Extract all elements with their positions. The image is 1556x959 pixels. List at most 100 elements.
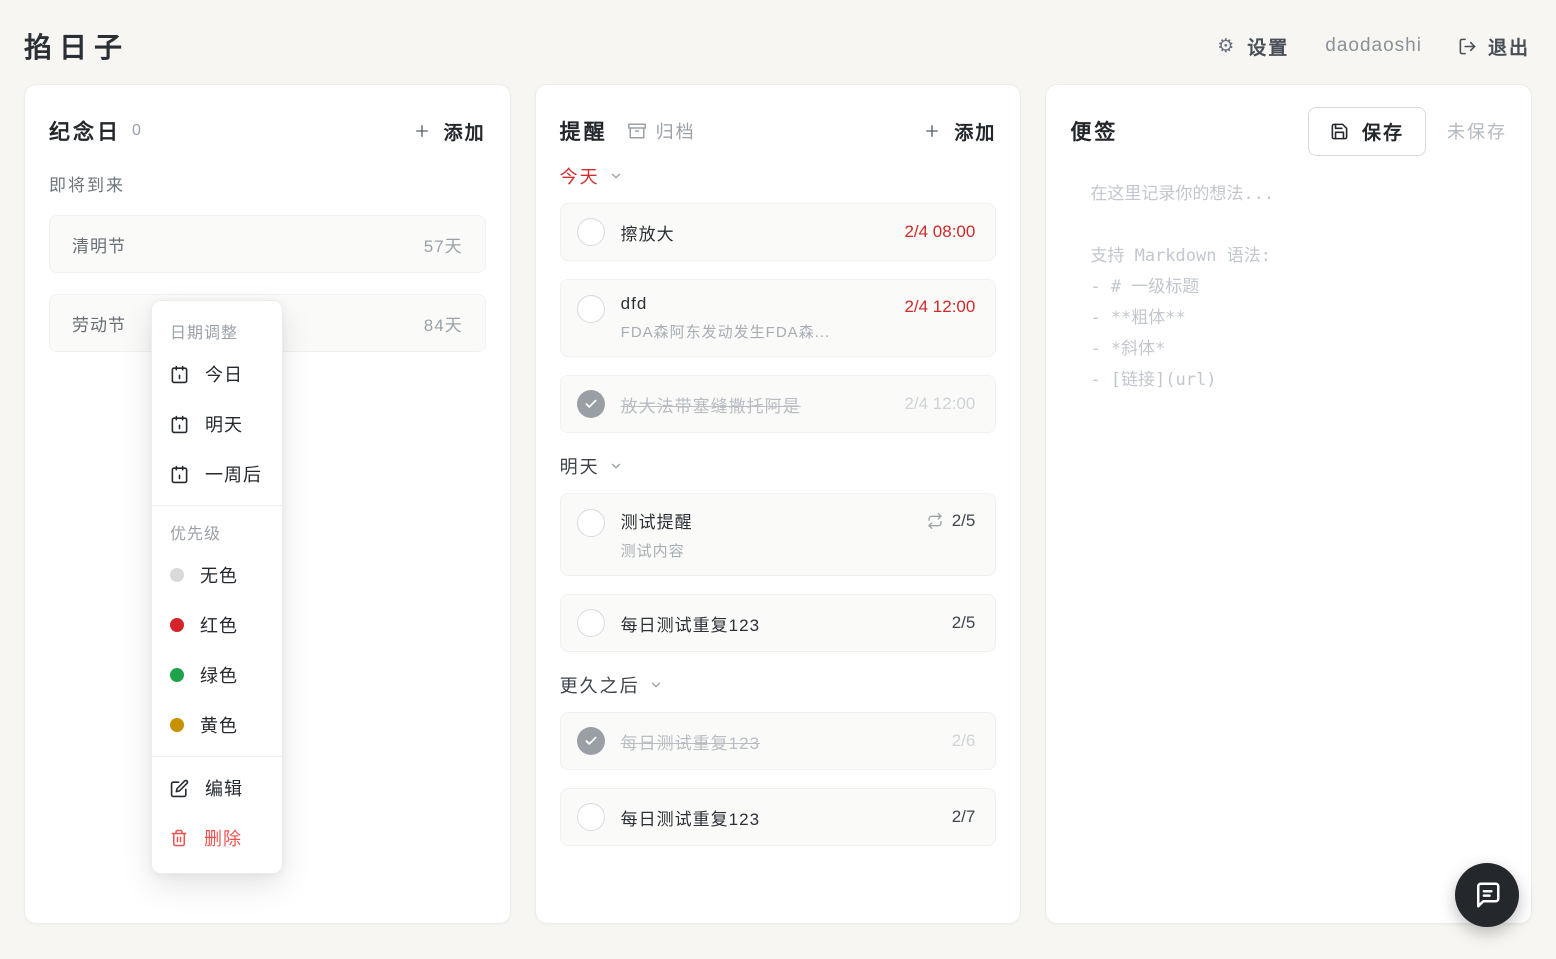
reminder-title: 每日测试重复123 bbox=[620, 615, 761, 635]
anniversary-title: 纪念日 bbox=[49, 121, 121, 144]
logout-label: 退出 bbox=[1487, 37, 1530, 59]
reminder-checkbox-checked[interactable] bbox=[576, 727, 605, 755]
notes-textarea[interactable] bbox=[1070, 163, 1508, 843]
date-adjust-label: 日期调整 bbox=[170, 325, 239, 342]
repeat-icon bbox=[927, 513, 943, 529]
upcoming-label: 即将到来 bbox=[49, 176, 125, 195]
anniversary-item-days: 84天 bbox=[423, 315, 463, 335]
reminders-card: 提醒 归档 添加 今天 擦放大 2/4 08:00 dfd FDA森阿东发动发生… bbox=[534, 84, 1022, 924]
reminder-checkbox[interactable] bbox=[576, 609, 605, 637]
topbar: 掐日子 ⚙ 设置 daodaoshi 退出 bbox=[0, 0, 1556, 84]
chevron-down-icon bbox=[649, 678, 663, 692]
group-label: 更久之后 bbox=[559, 676, 640, 696]
plus-icon bbox=[923, 122, 941, 140]
group-header-later[interactable]: 更久之后 bbox=[560, 672, 997, 698]
save-label: 保存 bbox=[1362, 122, 1405, 144]
reminder-item[interactable]: 每日测试重复123 2/5 bbox=[559, 594, 997, 652]
priority-label: 优先级 bbox=[170, 526, 222, 543]
priority-dot-gray bbox=[170, 568, 184, 582]
reminder-checkbox-checked[interactable] bbox=[576, 390, 605, 418]
menu-item-priority-yellow[interactable]: 黄色 bbox=[152, 700, 282, 750]
settings-button[interactable]: ⚙ 设置 bbox=[1217, 33, 1289, 60]
reminder-checkbox[interactable] bbox=[576, 295, 605, 323]
reminder-subtitle: 测试内容 bbox=[620, 543, 685, 560]
plus-icon bbox=[413, 122, 431, 140]
settings-label: 设置 bbox=[1247, 37, 1290, 59]
anniversary-count: 0 bbox=[132, 122, 141, 139]
logout-icon bbox=[1458, 37, 1477, 56]
menu-item-label: 黄色 bbox=[200, 716, 238, 736]
menu-item-label: 今日 bbox=[205, 365, 243, 385]
chevron-down-icon bbox=[609, 459, 623, 473]
reminder-checkbox[interactable] bbox=[576, 218, 605, 246]
add-reminder-button[interactable]: 添加 bbox=[923, 118, 996, 145]
menu-item-label: 红色 bbox=[200, 616, 238, 636]
menu-item-label: 明天 bbox=[205, 415, 243, 435]
anniversary-header: 纪念日 0 添加 bbox=[49, 109, 486, 153]
reminder-title: 擦放大 bbox=[620, 224, 675, 244]
calendar-icon bbox=[170, 415, 189, 434]
chat-fab-button[interactable] bbox=[1455, 863, 1519, 927]
gear-icon: ⚙ bbox=[1217, 35, 1237, 57]
logout-button[interactable]: 退出 bbox=[1458, 33, 1530, 60]
notes-title: 便签 bbox=[1070, 121, 1119, 144]
add-anniversary-button[interactable]: 添加 bbox=[413, 118, 486, 145]
anniversary-item-days: 57天 bbox=[423, 236, 463, 256]
notes-header: 便签 保存 未保存 bbox=[1070, 106, 1507, 156]
app-title: 掐日子 bbox=[24, 32, 130, 63]
group-header-today[interactable]: 今天 bbox=[560, 163, 997, 189]
reminder-time: 2/5 bbox=[951, 511, 976, 530]
save-button[interactable]: 保存 bbox=[1308, 106, 1427, 156]
reminder-time: 2/5 bbox=[951, 613, 976, 632]
anniversary-item-name: 劳动节 bbox=[72, 315, 126, 335]
reminder-item[interactable]: 测试提醒 测试内容 2/5 bbox=[559, 493, 997, 576]
group-label: 明天 bbox=[559, 457, 600, 477]
trash-icon bbox=[170, 829, 188, 847]
archive-label: 归档 bbox=[655, 122, 696, 142]
chat-bubble-icon bbox=[1472, 880, 1502, 910]
save-icon bbox=[1330, 122, 1349, 141]
group-label: 今天 bbox=[559, 167, 600, 187]
menu-item-label: 无色 bbox=[200, 566, 238, 586]
menu-item-tomorrow[interactable]: 明天 bbox=[152, 399, 282, 449]
menu-item-label: 一周后 bbox=[205, 465, 262, 485]
menu-item-priority-green[interactable]: 绿色 bbox=[152, 650, 282, 700]
menu-item-priority-none[interactable]: 无色 bbox=[152, 550, 282, 600]
reminder-item-completed[interactable]: 每日测试重复123 2/6 bbox=[559, 712, 997, 770]
reminder-title: dfd bbox=[620, 294, 648, 313]
calendar-icon bbox=[170, 365, 189, 384]
archive-icon bbox=[627, 122, 646, 140]
anniversary-context-menu: 日期调整 今日 明天 一周后 优先级 无色 红色 绿色 黄色 编辑 删除 bbox=[151, 300, 283, 874]
reminder-item[interactable]: 擦放大 2/4 08:00 bbox=[559, 203, 997, 261]
reminder-subtitle: FDA森阿东发动发生FDA森... bbox=[620, 324, 831, 341]
reminder-checkbox[interactable] bbox=[576, 803, 605, 831]
menu-item-label: 编辑 bbox=[205, 779, 243, 799]
group-header-tomorrow[interactable]: 明天 bbox=[560, 453, 997, 479]
reminder-item[interactable]: dfd FDA森阿东发动发生FDA森... 2/4 12:00 bbox=[559, 279, 997, 357]
archive-button[interactable]: 归档 bbox=[627, 118, 696, 144]
reminder-title: 每日测试重复123 bbox=[620, 809, 761, 829]
reminder-title: 测试提醒 bbox=[620, 513, 693, 532]
anniversary-item[interactable]: 清明节 57天 bbox=[49, 215, 486, 273]
add-reminder-label: 添加 bbox=[954, 122, 997, 144]
priority-dot-yellow bbox=[170, 718, 184, 732]
reminders-header: 提醒 归档 添加 bbox=[560, 109, 997, 153]
reminder-checkbox[interactable] bbox=[576, 509, 605, 537]
edit-icon bbox=[170, 779, 189, 798]
reminder-title: 每日测试重复123 bbox=[620, 733, 761, 753]
menu-item-edit[interactable]: 编辑 bbox=[152, 763, 282, 813]
menu-item-delete[interactable]: 删除 bbox=[152, 813, 282, 863]
menu-item-week-later[interactable]: 一周后 bbox=[152, 449, 282, 499]
reminder-time: 2/4 12:00 bbox=[904, 394, 976, 413]
reminder-time: 2/4 08:00 bbox=[904, 222, 976, 241]
notes-card: 便签 保存 未保存 bbox=[1045, 84, 1533, 924]
reminder-time: 2/6 bbox=[951, 731, 976, 750]
menu-item-today[interactable]: 今日 bbox=[152, 349, 282, 399]
menu-item-priority-red[interactable]: 红色 bbox=[152, 600, 282, 650]
reminder-item[interactable]: 每日测试重复123 2/7 bbox=[559, 788, 997, 846]
menu-item-label: 删除 bbox=[204, 829, 242, 849]
reminder-time: 2/7 bbox=[951, 807, 976, 826]
username: daodaoshi bbox=[1325, 35, 1422, 56]
reminder-title: 放大法带塞缝撒托阿是 bbox=[620, 396, 801, 416]
reminder-item-completed[interactable]: 放大法带塞缝撒托阿是 2/4 12:00 bbox=[559, 375, 997, 433]
